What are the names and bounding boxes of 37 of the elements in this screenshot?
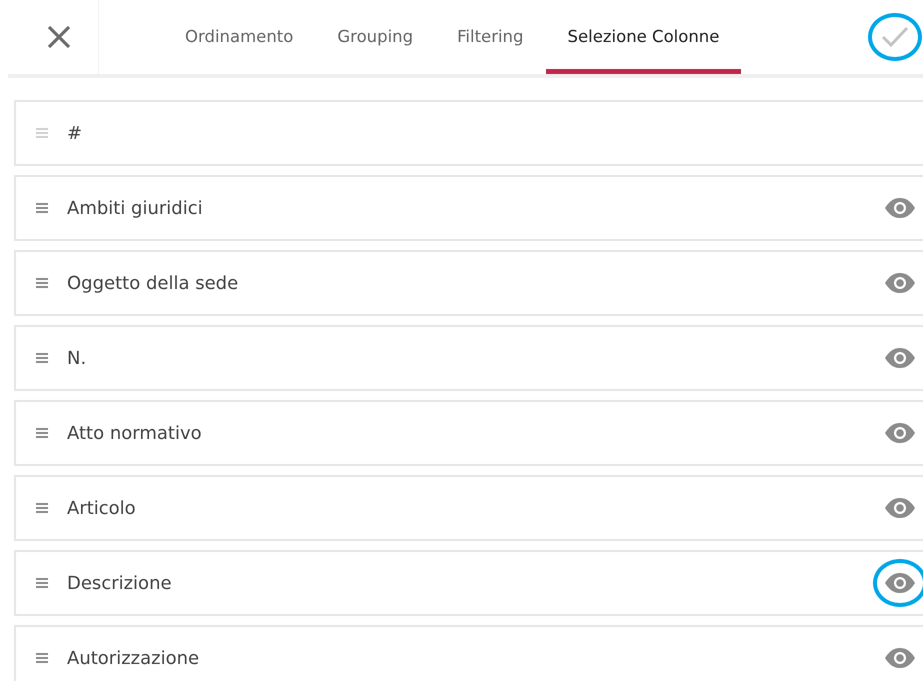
column-row[interactable]: N.	[14, 325, 923, 391]
check-icon	[880, 25, 910, 49]
tab[interactable]: Selezione Colonne	[546, 0, 742, 74]
eye-icon[interactable]	[884, 347, 916, 369]
eye-icon[interactable]	[884, 272, 916, 294]
column-row[interactable]: #	[14, 100, 923, 166]
drag-handle-icon[interactable]	[36, 577, 48, 589]
column-label: Oggetto della sede	[67, 272, 238, 294]
eye-icon[interactable]	[884, 572, 916, 594]
column-label: Atto normativo	[67, 422, 202, 444]
drag-handle-icon[interactable]	[36, 202, 48, 214]
column-label: #	[67, 122, 82, 144]
tab[interactable]: Ordinamento	[163, 0, 316, 74]
column-row[interactable]: Descrizione	[14, 550, 923, 616]
column-row[interactable]: Articolo	[14, 475, 923, 541]
tab[interactable]: Filtering	[435, 0, 546, 74]
drag-handle-icon[interactable]	[36, 652, 48, 664]
drag-handle-icon[interactable]	[36, 427, 48, 439]
eye-icon[interactable]	[884, 647, 916, 669]
column-row[interactable]: Autorizzazione	[14, 625, 923, 681]
column-label: Ambiti giuridici	[67, 198, 203, 218]
eye-icon[interactable]	[884, 497, 916, 519]
column-label: Autorizzazione	[67, 648, 200, 668]
eye-icon[interactable]	[884, 422, 916, 444]
drag-handle-icon[interactable]	[36, 502, 48, 514]
drag-handle-icon[interactable]	[36, 352, 48, 364]
tab[interactable]: Grouping	[315, 0, 436, 74]
close-icon	[46, 24, 72, 50]
column-label: Descrizione	[67, 572, 172, 594]
column-label: N.	[67, 348, 86, 368]
column-row[interactable]: Atto normativo	[14, 400, 923, 466]
drag-handle-icon[interactable]	[36, 127, 48, 139]
column-label: Articolo	[67, 498, 136, 518]
eye-icon[interactable]	[884, 197, 916, 219]
drag-handle-icon[interactable]	[36, 277, 48, 289]
column-row[interactable]: Oggetto della sede	[14, 250, 923, 316]
column-row[interactable]: Ambiti giuridici	[14, 175, 923, 241]
